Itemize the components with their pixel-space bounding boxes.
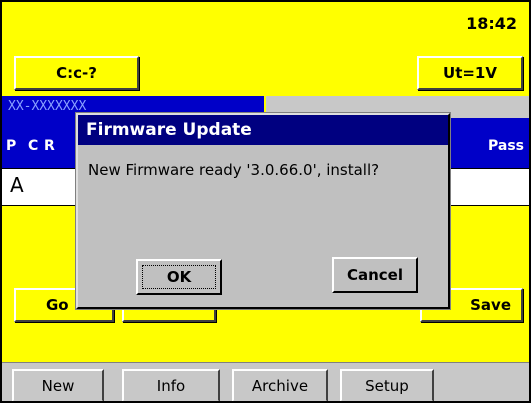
tab-new[interactable]: New xyxy=(12,369,104,402)
firmware-update-dialog: Firmware Update New Firmware ready '3.0.… xyxy=(76,113,450,309)
dialog-message: New Firmware ready '3.0.66.0', install? xyxy=(88,161,380,179)
tab-new-label: New xyxy=(41,376,75,395)
ok-button[interactable]: OK xyxy=(136,259,222,295)
cancel-button-label: Cancel xyxy=(346,266,403,284)
frame-left xyxy=(0,0,2,403)
frame-top xyxy=(0,0,531,2)
tab-archive-label: Archive xyxy=(251,376,309,395)
tab-info[interactable]: Info xyxy=(122,369,220,402)
ok-button-label: OK xyxy=(166,268,192,286)
device-screen: 18:42 C:c-? Ut=1V XX-XXXXXXX P C R Pass … xyxy=(0,0,531,403)
tab-setup[interactable]: Setup xyxy=(340,369,434,402)
cable-button-label: C:c-? xyxy=(56,64,97,82)
tab-info-label: Info xyxy=(156,376,186,395)
header-r: R xyxy=(44,138,55,154)
save-button-label: Save xyxy=(470,296,511,314)
tab-archive[interactable]: Archive xyxy=(232,369,328,402)
row-cell-p: A xyxy=(10,173,24,197)
header-p: P xyxy=(6,138,17,154)
cable-button[interactable]: C:c-? xyxy=(14,56,139,90)
cancel-button[interactable]: Cancel xyxy=(332,257,418,293)
go-button-label: Go xyxy=(46,296,69,314)
voltage-button-label: Ut=1V xyxy=(443,64,497,82)
taskbar: New Info Archive Setup xyxy=(2,362,529,402)
header-c: C xyxy=(28,138,39,154)
dialog-title: Firmware Update xyxy=(78,115,448,145)
clock: 18:42 xyxy=(466,14,517,33)
header-pass: Pass xyxy=(488,138,524,154)
tab-setup-label: Setup xyxy=(365,376,409,395)
voltage-button[interactable]: Ut=1V xyxy=(417,56,523,90)
